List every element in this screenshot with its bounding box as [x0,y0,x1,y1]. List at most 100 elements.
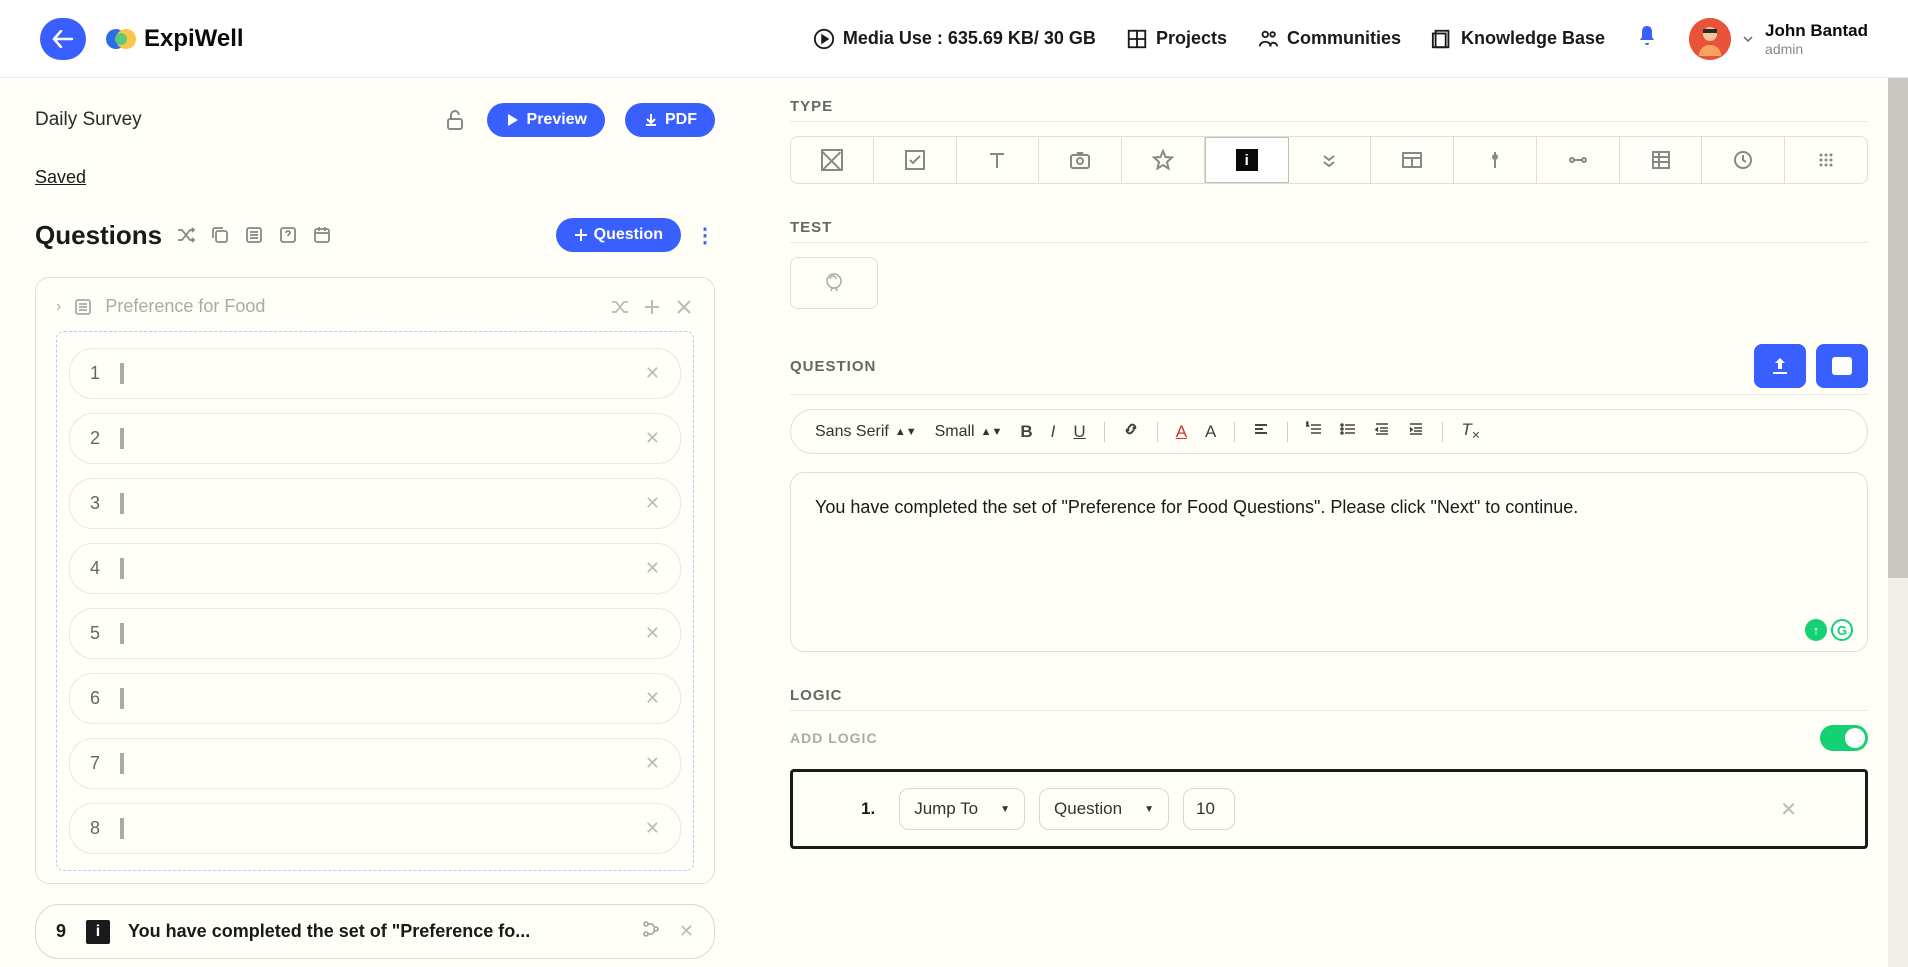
shuffle-icon[interactable] [610,297,630,317]
type-checkbox[interactable] [791,137,874,183]
grammarly-widget[interactable]: ↑ G [1805,619,1853,641]
checkbox-type-icon [120,625,124,643]
left-panel: Daily Survey Preview PDF Saved Questions [0,78,750,967]
survey-title: Daily Survey [35,109,142,131]
logic-action-select[interactable]: Jump To▼ [899,788,1025,830]
ordered-list-icon[interactable]: 1 [1306,421,1322,442]
question-label: QUESTION [790,358,876,375]
type-camera[interactable] [1039,137,1122,183]
close-icon[interactable]: ✕ [1780,797,1797,822]
more-menu-icon[interactable]: ⋮ [695,223,715,248]
close-icon[interactable]: ✕ [645,558,660,579]
question-item[interactable]: 6✕ [69,673,681,724]
right-panel: TYPE i TEST QUESTION Sans Se [750,78,1908,967]
close-icon[interactable]: ✕ [645,818,660,839]
preview-button[interactable]: Preview [487,103,605,137]
nav-communities[interactable]: Communities [1257,28,1401,50]
copy-icon[interactable] [210,225,230,245]
bullet-list-icon[interactable] [1340,421,1356,442]
question-item[interactable]: 1✕ [69,348,681,399]
close-icon[interactable]: ✕ [645,688,660,709]
question-item[interactable]: 2✕ [69,413,681,464]
question-item[interactable]: 5✕ [69,608,681,659]
type-dots[interactable] [1785,137,1867,183]
close-icon[interactable]: ✕ [645,753,660,774]
type-text[interactable] [957,137,1040,183]
close-icon[interactable]: ✕ [645,623,660,644]
close-icon[interactable] [674,297,694,317]
highlight-icon[interactable]: A [1205,422,1216,442]
question-editor[interactable]: You have completed the set of "Preferenc… [790,472,1868,652]
chevron-right-icon[interactable]: › [56,298,61,316]
logic-rule-number: 1. [861,799,875,819]
unlock-icon[interactable] [443,108,467,132]
type-info[interactable]: i [1205,137,1289,183]
font-select[interactable]: Sans Serif ▲▼ [815,423,917,441]
clear-format-icon[interactable]: T× [1461,420,1480,443]
question-item[interactable]: 3✕ [69,478,681,529]
image-button[interactable] [1816,344,1868,388]
list-icon [73,297,93,317]
size-select[interactable]: Small ▲▼ [935,423,1003,441]
type-slider[interactable] [1454,137,1537,183]
user-menu[interactable]: John Bantad admin [1689,18,1868,60]
help-icon[interactable] [278,225,298,245]
selected-question[interactable]: 9 i You have completed the set of "Prefe… [35,904,715,959]
block-title[interactable]: Preference for Food [105,296,598,317]
info-icon: i [86,920,110,944]
question-item[interactable]: 7✕ [69,738,681,789]
question-item[interactable]: 4✕ [69,543,681,594]
checkbox-type-icon [120,495,124,513]
add-icon[interactable] [642,297,662,317]
logo[interactable]: ExpiWell [106,24,244,54]
logic-toggle[interactable] [1820,725,1868,751]
type-star[interactable] [1122,137,1205,183]
branch-icon[interactable] [641,919,661,944]
bold-icon[interactable]: B [1020,422,1032,442]
type-check[interactable] [874,137,957,183]
pdf-button[interactable]: PDF [625,103,715,137]
test-button[interactable] [790,257,878,309]
shuffle-icon[interactable] [176,225,196,245]
editor-toolbar: Sans Serif ▲▼ Small ▲▼ B I U A A 1 T× [790,409,1868,454]
question-item[interactable]: 8✕ [69,803,681,854]
notifications-icon[interactable] [1635,24,1659,53]
calendar-icon[interactable] [312,225,332,245]
media-use[interactable]: Media Use : 635.69 KB/ 30 GB [813,28,1096,50]
checkbox-type-icon [120,430,124,448]
question-list: 1✕ 2✕ 3✕ 4✕ 5✕ 6✕ 7✕ 8✕ [56,331,694,871]
type-connect[interactable] [1537,137,1620,183]
back-button[interactable] [40,18,86,60]
nav-projects[interactable]: Projects [1126,28,1227,50]
close-icon[interactable]: ✕ [645,428,660,449]
svg-text:1: 1 [1306,422,1309,428]
logo-text: ExpiWell [144,25,244,53]
app-header: ExpiWell Media Use : 635.69 KB/ 30 GB Pr… [0,0,1908,78]
close-icon[interactable]: ✕ [645,363,660,384]
type-time[interactable] [1702,137,1785,183]
indent-icon[interactable] [1408,421,1424,442]
underline-icon[interactable]: U [1073,422,1085,442]
add-question-button[interactable]: Question [556,218,681,252]
logic-target-select[interactable]: Question▼ [1039,788,1169,830]
list-icon[interactable] [244,225,264,245]
checkbox-type-icon [120,365,124,383]
type-layout[interactable] [1371,137,1454,183]
checkbox-type-icon [120,820,124,838]
close-icon[interactable]: ✕ [645,493,660,514]
type-grid[interactable] [1620,137,1703,183]
outdent-icon[interactable] [1374,421,1390,442]
italic-icon[interactable]: I [1051,422,1056,442]
saved-link[interactable]: Saved [35,167,86,188]
text-color-icon[interactable]: A [1176,422,1187,442]
scrollbar[interactable] [1888,78,1908,967]
link-icon[interactable] [1123,421,1139,442]
user-info: John Bantad admin [1765,21,1868,57]
logic-value-input[interactable] [1183,788,1235,830]
close-icon[interactable]: ✕ [679,921,694,942]
align-icon[interactable] [1253,421,1269,442]
type-dropdown[interactable] [1289,137,1372,183]
nav-knowledge-base[interactable]: Knowledge Base [1431,28,1605,50]
question-block: › Preference for Food 1✕ 2✕ 3✕ 4✕ 5✕ 6✕ 7✕ 8✕ [35,277,715,884]
upload-button[interactable] [1754,344,1806,388]
